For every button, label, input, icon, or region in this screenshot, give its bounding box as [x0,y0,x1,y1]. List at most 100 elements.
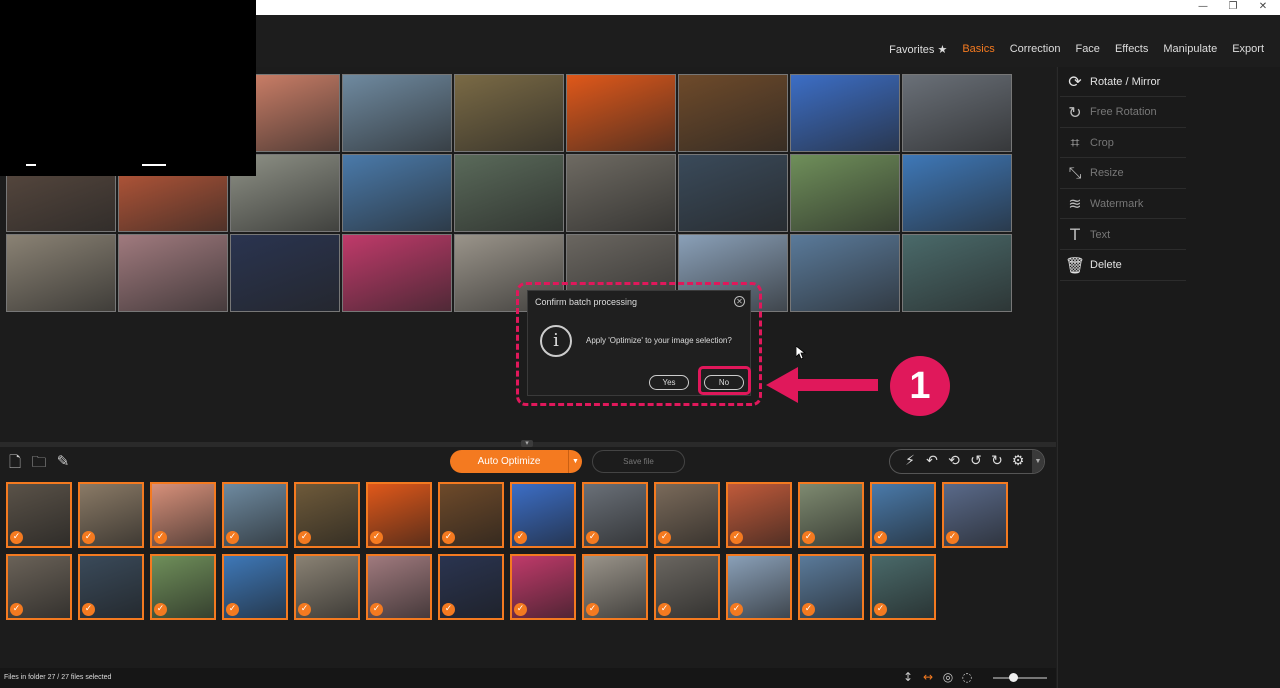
checkmark-icon[interactable]: ✓ [730,603,743,616]
thumbnail[interactable]: ✓ [6,554,72,620]
thumbnail[interactable]: ✓ [78,482,144,548]
thumbnail[interactable]: ✓ [870,482,936,548]
thumbnail[interactable]: ✓ [438,554,504,620]
maximize-button[interactable]: ❐ [1218,0,1248,15]
tab-favorites[interactable]: Favorites ★ [889,43,947,56]
thumbnail[interactable]: ✓ [870,554,936,620]
thumbnail[interactable]: ✓ [150,554,216,620]
tool-rotate[interactable]: ⟳ Rotate / Mirror [1060,67,1186,97]
image-tile[interactable] [790,74,900,152]
image-tile[interactable] [6,234,116,312]
checkmark-icon[interactable]: ✓ [442,531,455,544]
thumbnail[interactable]: ✓ [654,482,720,548]
chevron-down-icon[interactable]: ▼ [1032,450,1044,473]
image-tile[interactable] [230,234,340,312]
checkmark-icon[interactable]: ✓ [298,603,311,616]
image-tile[interactable] [454,154,564,232]
save-file-button[interactable]: Save file [592,450,685,473]
checkmark-icon[interactable]: ✓ [298,531,311,544]
thumbnail[interactable]: ✓ [438,482,504,548]
checkmark-icon[interactable]: ✓ [226,603,239,616]
zoom-slider[interactable] [993,677,1047,679]
checkmark-icon[interactable]: ✓ [586,603,599,616]
thumbnail[interactable]: ✓ [510,554,576,620]
checkmark-icon[interactable]: ✓ [82,603,95,616]
thumbnail[interactable]: ✓ [6,482,72,548]
checkmark-icon[interactable]: ✓ [10,603,23,616]
magic-wand-icon[interactable]: ⚡ [900,453,920,471]
checkmark-icon[interactable]: ✓ [874,603,887,616]
loading-icon[interactable]: ◌ [959,670,975,686]
tab-manipulate[interactable]: Manipulate [1163,43,1217,56]
tab-export[interactable]: Export [1232,43,1264,56]
image-tile[interactable] [902,234,1012,312]
rotate-left-icon[interactable]: ↺ [966,453,986,471]
image-tile[interactable] [902,154,1012,232]
checkmark-icon[interactable]: ✓ [730,531,743,544]
image-tile[interactable] [342,74,452,152]
close-window-button[interactable]: ✕ [1248,0,1278,15]
thumbnail[interactable]: ✓ [366,554,432,620]
tool-text[interactable]: T Text [1060,220,1186,250]
settings-icon[interactable]: ⚙ [1008,453,1028,471]
image-tile[interactable] [454,74,564,152]
thumbnail[interactable]: ✓ [798,554,864,620]
image-tile[interactable] [342,234,452,312]
checkmark-icon[interactable]: ✓ [10,531,23,544]
thumbnail[interactable]: ✓ [150,482,216,548]
tab-face[interactable]: Face [1075,43,1099,56]
vertical-arrows-icon[interactable]: ↕ [900,670,916,686]
checkmark-icon[interactable]: ✓ [946,531,959,544]
horizontal-arrows-icon[interactable]: ↔ [920,670,936,686]
image-tile[interactable] [902,74,1012,152]
thumbnail[interactable]: ✓ [726,482,792,548]
zoom-slider-knob[interactable] [1009,673,1018,682]
tab-basics[interactable]: Basics [962,43,994,56]
tool-watermark[interactable]: ≋ Watermark [1060,189,1186,220]
tool-free-rotation[interactable]: ↻ Free Rotation [1060,98,1186,128]
checkmark-icon[interactable]: ✓ [802,603,815,616]
thumbnail[interactable]: ✓ [366,482,432,548]
tool-resize[interactable]: ⤡ Resize [1060,159,1186,189]
checkmark-icon[interactable]: ✓ [82,531,95,544]
checkmark-icon[interactable]: ✓ [442,603,455,616]
thumbnail[interactable]: ✓ [78,554,144,620]
thumbnail[interactable]: ✓ [582,482,648,548]
undo-all-icon[interactable]: ⟲ [944,453,964,471]
tab-effects[interactable]: Effects [1115,43,1148,56]
image-tile[interactable] [566,74,676,152]
thumbnail[interactable]: ✓ [294,482,360,548]
thumbnail[interactable]: ✓ [942,482,1008,548]
tool-trash[interactable]: 🗑 Delete [1060,251,1186,281]
add-files-icon[interactable]: 🗋 [5,452,25,472]
checkmark-icon[interactable]: ✓ [226,531,239,544]
checkmark-icon[interactable]: ✓ [154,531,167,544]
checkmark-icon[interactable]: ✓ [586,531,599,544]
checkmark-icon[interactable]: ✓ [370,603,383,616]
image-tile[interactable] [678,74,788,152]
image-tile[interactable] [118,234,228,312]
checkmark-icon[interactable]: ✓ [802,531,815,544]
image-tile[interactable] [342,154,452,232]
rotate-right-icon[interactable]: ↻ [987,453,1007,471]
thumbnail[interactable]: ✓ [654,554,720,620]
thumbnail[interactable]: ✓ [582,554,648,620]
image-tile[interactable] [790,234,900,312]
chevron-down-icon[interactable]: ▼ [568,450,582,473]
checkmark-icon[interactable]: ✓ [658,603,671,616]
checkmark-icon[interactable]: ✓ [514,531,527,544]
brush-icon[interactable]: ✎ [53,452,73,472]
thumbnail[interactable]: ✓ [222,554,288,620]
checkmark-icon[interactable]: ✓ [154,603,167,616]
checkmark-icon[interactable]: ✓ [514,603,527,616]
add-folder-icon[interactable]: 🗀 [29,452,49,472]
thumbnail[interactable]: ✓ [222,482,288,548]
thumbnail[interactable]: ✓ [726,554,792,620]
image-tile[interactable] [790,154,900,232]
image-tile[interactable] [678,154,788,232]
minimize-button[interactable]: — [1188,0,1218,15]
thumbnail[interactable]: ✓ [294,554,360,620]
tab-correction[interactable]: Correction [1010,43,1061,56]
checkmark-icon[interactable]: ✓ [658,531,671,544]
compare-icon[interactable]: ◎ [940,670,956,686]
